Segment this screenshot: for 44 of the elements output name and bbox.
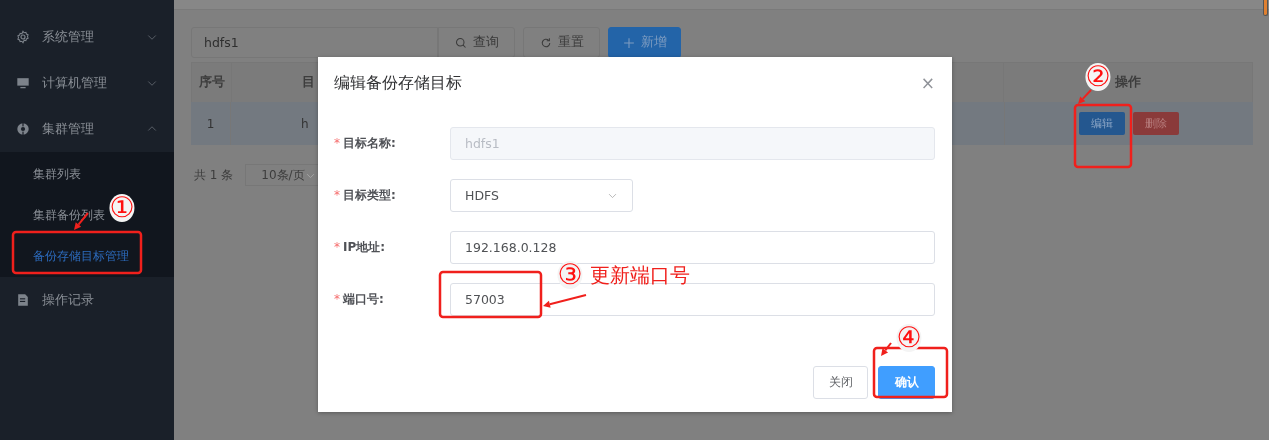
scrollbar-thumb[interactable] — [1263, 0, 1268, 16]
ring-icon — [16, 122, 30, 136]
annotation-arrow — [543, 294, 587, 308]
monitor-icon — [16, 76, 30, 90]
menu-item[interactable]: 操作记录 — [0, 277, 174, 323]
add-button[interactable]: 新增 — [608, 27, 681, 58]
highlight-frame — [1073, 103, 1133, 169]
toolbar-button[interactable]: 查询 — [438, 27, 515, 58]
close-button[interactable]: × — [918, 73, 935, 93]
annotation-text: 更新端口号 — [590, 265, 690, 285]
select-field[interactable]: HDFS — [450, 179, 633, 212]
column-header: 目 — [302, 74, 315, 91]
edit-button[interactable]: 编辑 — [1079, 112, 1125, 135]
column-header: 操作 — [1115, 74, 1141, 91]
menu-item[interactable]: 计算机管理 — [0, 60, 174, 106]
page-size-value: 10条/页 — [261, 166, 305, 184]
table-cell: 1 — [191, 102, 231, 145]
field-label: 目标类型: — [343, 188, 396, 202]
menu-item[interactable]: 集群管理 — [0, 106, 174, 152]
refresh-icon — [539, 36, 552, 49]
toolbar-button[interactable]: 重置 — [523, 27, 600, 58]
dialog-title: 编辑备份存储目标 — [334, 72, 462, 94]
column-header: 序号 — [198, 74, 225, 91]
total-count: 共 1 条 — [194, 166, 234, 184]
close-dialog-button[interactable]: 关闭 — [813, 366, 868, 399]
search-field[interactable]: hdfs1 — [191, 27, 438, 58]
delete-button[interactable]: 删除 — [1133, 112, 1179, 135]
plus-icon — [622, 36, 635, 49]
submenu-item[interactable]: 备份存储目标管理 — [33, 248, 129, 265]
document-icon — [16, 293, 30, 307]
required-mark: * — [334, 240, 340, 254]
field-label: IP地址: — [343, 240, 386, 254]
select-value: HDFS — [465, 187, 499, 205]
confirm-button[interactable]: 确认 — [878, 366, 935, 399]
annotation-arrow — [1078, 89, 1092, 104]
required-mark: * — [334, 292, 340, 306]
annotation-arrow — [881, 342, 892, 356]
submenu-item[interactable]: 集群列表 — [33, 166, 81, 183]
field-label: 端口号: — [343, 292, 384, 306]
settings-icon — [16, 30, 30, 44]
required-mark: * — [334, 188, 340, 202]
input-field[interactable]: 192.168.0.128 — [450, 231, 935, 264]
menu-item[interactable]: 系统管理 — [0, 14, 174, 60]
search-icon — [454, 36, 467, 49]
